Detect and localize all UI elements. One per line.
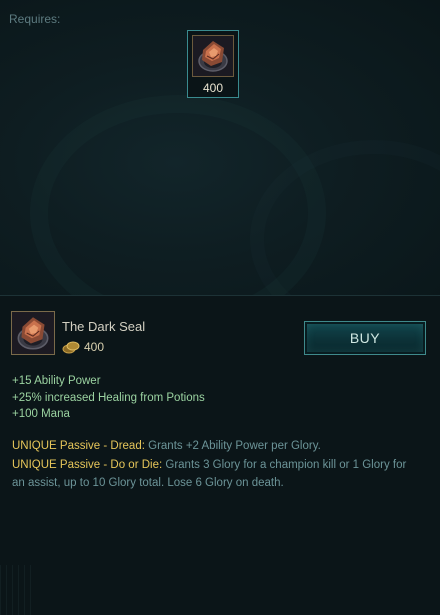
item-passives: UNIQUE Passive - Dread: Grants +2 Abilit… [12,437,422,493]
corner-decoration [0,565,32,615]
stat-line: +25% increased Healing from Potions [12,391,205,404]
passive-dread: UNIQUE Passive - Dread: Grants +2 Abilit… [12,437,422,456]
required-item-dark-seal[interactable]: 400 [187,30,239,98]
dark-seal-icon [192,35,234,77]
item-name: The Dark Seal [62,319,146,334]
passive-label: UNIQUE Passive - Dread: [12,440,145,452]
stat-line: +100 Mana [12,408,70,420]
item-detail-panel: The Dark Seal 400 BUY +15 Ability Power … [0,296,440,615]
passive-text: Grants +2 Ability Power per Glory. [144,440,321,452]
gold-coin-icon [62,341,80,354]
item-stats: +15 Ability Power +25% increased Healing… [12,373,205,423]
required-item-price: 400 [202,81,224,95]
item-price: 400 [84,340,105,354]
passive-label: UNIQUE Passive - Do or Die: [12,458,163,471]
dark-seal-icon [11,311,55,355]
buy-button[interactable]: BUY [304,321,426,355]
requires-panel: Requires: 400 [0,0,440,295]
stat-line: +15 Ability Power [12,375,101,387]
passive-do-or-die: UNIQUE Passive - Do or Die: Grants 3 Glo… [12,456,422,493]
requires-label: Requires: [9,12,61,26]
